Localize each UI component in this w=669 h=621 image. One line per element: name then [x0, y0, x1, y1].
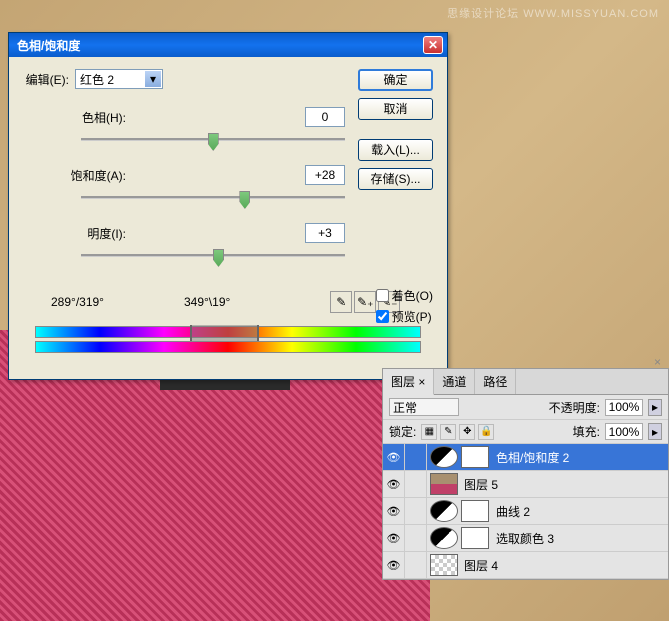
blend-mode-select[interactable]: 正常	[389, 398, 459, 416]
close-button[interactable]: ✕	[423, 36, 443, 54]
eyedropper-icon[interactable]: ✎	[330, 291, 352, 313]
saturation-slider-thumb[interactable]	[239, 191, 250, 209]
layer-row[interactable]: 图层 5	[383, 471, 668, 498]
hue-label: 色相(H):	[21, 109, 136, 126]
tab-channels[interactable]: 通道	[434, 369, 475, 394]
link-col[interactable]	[405, 444, 427, 470]
lock-transparent-icon[interactable]: ▦	[421, 424, 437, 440]
tab-paths[interactable]: 路径	[475, 369, 516, 394]
spectrum-bars	[35, 326, 421, 353]
mask-thumbnail[interactable]	[461, 500, 489, 522]
link-col[interactable]	[405, 471, 427, 497]
preview-label: 预览(P)	[392, 308, 432, 325]
layer-name[interactable]: 图层 4	[461, 557, 498, 574]
saturation-input[interactable]	[305, 165, 345, 185]
edit-channel-select[interactable]: 红色 2 ▾	[75, 69, 163, 89]
hue-input[interactable]	[305, 107, 345, 127]
layer-thumbnail[interactable]	[430, 500, 458, 522]
save-button[interactable]: 存储(S)...	[358, 168, 433, 190]
lock-all-icon[interactable]: 🔒	[478, 424, 494, 440]
lightness-slider-thumb[interactable]	[213, 249, 224, 267]
hue-slider-thumb[interactable]	[208, 133, 219, 151]
opacity-arrow-icon[interactable]: ▸	[648, 399, 662, 416]
fill-label: 填充:	[573, 423, 600, 440]
colorize-checkbox[interactable]	[376, 289, 389, 302]
layer-row[interactable]: 曲线 2	[383, 498, 668, 525]
layer-name[interactable]: 选取颜色 3	[493, 530, 554, 547]
preview-checkbox[interactable]	[376, 310, 389, 323]
saturation-label: 饱和度(A):	[21, 167, 136, 184]
dialog-title: 色相/饱和度	[13, 37, 423, 54]
mask-thumbnail[interactable]	[461, 446, 489, 468]
eye-icon	[387, 504, 401, 518]
lock-brush-icon[interactable]: ✎	[440, 424, 456, 440]
link-col[interactable]	[405, 525, 427, 551]
visibility-toggle[interactable]	[383, 552, 405, 578]
visibility-toggle[interactable]	[383, 471, 405, 497]
hue-slider[interactable]	[81, 131, 345, 149]
eyedropper-add-icon[interactable]: ✎₊	[354, 291, 376, 313]
fill-arrow-icon[interactable]: ▸	[648, 423, 662, 440]
colorize-label: 着色(O)	[392, 287, 433, 304]
layer-row[interactable]: 图层 4	[383, 552, 668, 579]
opacity-input[interactable]	[605, 399, 643, 416]
spectrum-output	[35, 341, 421, 353]
tab-layers[interactable]: 图层 ×	[383, 369, 434, 395]
lock-move-icon[interactable]: ✥	[459, 424, 475, 440]
edit-channel-value: 红色 2	[80, 71, 114, 88]
link-col[interactable]	[405, 498, 427, 524]
layer-thumbnail[interactable]	[430, 554, 458, 576]
layer-name[interactable]: 色相/饱和度 2	[493, 449, 569, 466]
layers-panel: × 图层 × 通道 路径 正常 不透明度: ▸ 锁定: ▦ ✎ ✥ 🔒 填充: …	[382, 368, 669, 580]
layer-thumbnail[interactable]	[430, 527, 458, 549]
layer-row[interactable]: 选取颜色 3	[383, 525, 668, 552]
layer-thumbnail[interactable]	[430, 446, 458, 468]
eye-icon	[387, 558, 401, 572]
visibility-toggle[interactable]	[383, 525, 405, 551]
layer-row[interactable]: 色相/饱和度 2	[383, 444, 668, 471]
saturation-slider[interactable]	[81, 189, 345, 207]
range-readout-2: 349°\19°	[184, 295, 230, 309]
mask-thumbnail[interactable]	[461, 527, 489, 549]
hue-saturation-dialog: 色相/饱和度 ✕ 编辑(E): 红色 2 ▾ 色相(H): 饱和度(A): 明度…	[8, 32, 448, 380]
spectrum-input[interactable]	[35, 326, 421, 338]
layer-list: 色相/饱和度 2 图层 5 曲线 2 选取颜色 3 图层 4	[383, 444, 668, 579]
lock-label: 锁定:	[389, 423, 416, 440]
ok-button[interactable]: 确定	[358, 69, 433, 91]
lightness-slider[interactable]	[81, 247, 345, 265]
edit-label: 编辑(E):	[21, 71, 69, 88]
eye-icon	[387, 450, 401, 464]
eye-icon	[387, 477, 401, 491]
fill-input[interactable]	[605, 423, 643, 440]
cancel-button[interactable]: 取消	[358, 98, 433, 120]
chevron-down-icon: ▾	[145, 71, 161, 87]
lightness-input[interactable]	[305, 223, 345, 243]
layer-name[interactable]: 图层 5	[461, 476, 498, 493]
range-readout-1: 289°/319°	[51, 295, 104, 309]
visibility-toggle[interactable]	[383, 444, 405, 470]
blend-mode-value: 正常	[393, 399, 417, 416]
opacity-label: 不透明度:	[549, 399, 600, 416]
layer-name[interactable]: 曲线 2	[493, 503, 530, 520]
panel-close-icon[interactable]: ×	[654, 355, 666, 367]
dialog-titlebar[interactable]: 色相/饱和度 ✕	[9, 33, 447, 57]
layer-thumbnail[interactable]	[430, 473, 458, 495]
link-col[interactable]	[405, 552, 427, 578]
lightness-label: 明度(I):	[21, 225, 136, 242]
visibility-toggle[interactable]	[383, 498, 405, 524]
watermark-text: 思缘设计论坛 WWW.MISSYUAN.COM	[447, 5, 659, 21]
eye-icon	[387, 531, 401, 545]
load-button[interactable]: 载入(L)...	[358, 139, 433, 161]
